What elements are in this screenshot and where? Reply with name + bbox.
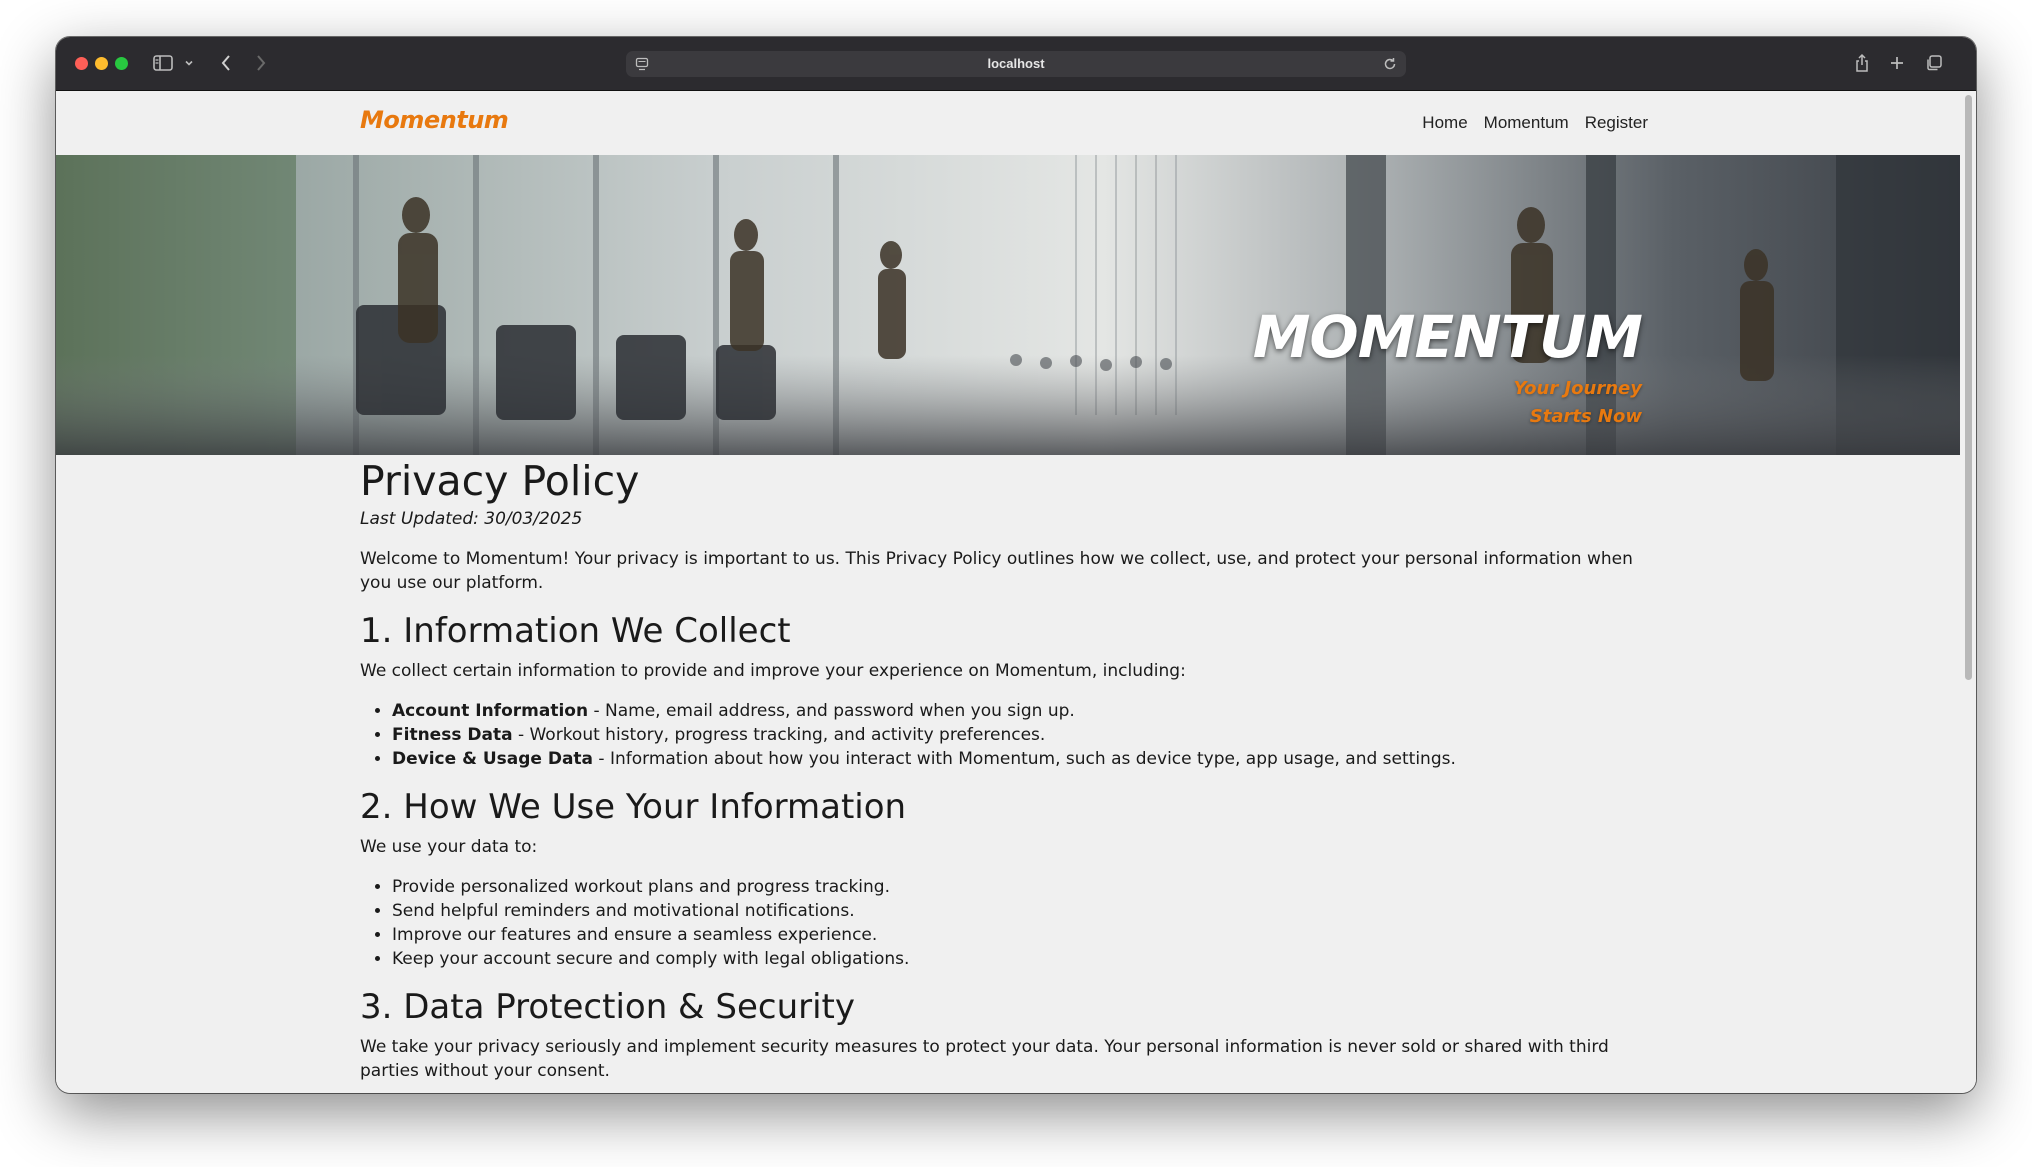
zoom-window-button[interactable] [115, 57, 128, 70]
url-text[interactable]: localhost [626, 51, 1406, 77]
list-item: Account Information - Name, email addres… [392, 699, 1660, 723]
section-heading-security: 3. Data Protection & Security [360, 987, 855, 1027]
back-icon[interactable] [216, 51, 236, 75]
brand-logo[interactable]: Momentum [360, 106, 509, 134]
list-item: Improve our features and ensure a seamle… [392, 923, 1660, 947]
list-item: Provide personalized workout plans and p… [392, 875, 1660, 899]
collect-list: Account Information - Name, email addres… [360, 699, 1660, 771]
gym-photo-image [56, 155, 1960, 455]
use-list: Provide personalized workout plans and p… [360, 875, 1660, 971]
list-item-label: Device & Usage Data [392, 749, 594, 769]
list-item-label: Fitness Data [392, 725, 513, 745]
hero-subtitle-line-1: Your Journey [1513, 378, 1642, 399]
intro-paragraph: Welcome to Momentum! Your privacy is imp… [360, 549, 1633, 593]
hero-subtitle-line-2: Starts Now [1529, 406, 1642, 427]
list-item-text: - Name, email address, and password when… [588, 701, 1075, 721]
address-bar[interactable]: localhost [626, 51, 1406, 77]
browser-titlebar: localhost [56, 37, 1976, 91]
scrollbar-thumb[interactable] [1965, 95, 1972, 680]
tabs-overview-icon[interactable] [1923, 51, 1945, 75]
close-window-button[interactable] [75, 57, 88, 70]
share-icon[interactable] [1852, 51, 1872, 75]
hero-subtitle: Your Journey Starts Now [1482, 375, 1642, 431]
hero-title: MOMENTUM [1252, 303, 1643, 371]
page-viewport: Momentum Home Momentum Register MOMENTUM… [56, 91, 1960, 1093]
section-text-security: We take your privacy seriously and imple… [360, 1037, 1609, 1081]
chevron-down-icon[interactable] [183, 51, 195, 75]
forward-icon[interactable] [251, 51, 271, 75]
reload-icon[interactable] [1382, 54, 1398, 74]
list-item: Keep your account secure and comply with… [392, 947, 1660, 971]
new-tab-icon[interactable] [1887, 51, 1907, 75]
sidebar-icon[interactable] [152, 51, 174, 75]
page-title: Privacy Policy [360, 457, 640, 505]
section-heading-collect: 1. Information We Collect [360, 611, 791, 651]
last-updated-text: Last Updated: 30/03/2025 [360, 509, 583, 529]
nav-links: Home Momentum Register [1422, 113, 1648, 133]
list-item-text: - Information about how you interact wit… [593, 749, 1456, 769]
list-item: Send helpful reminders and motivational … [392, 899, 1660, 923]
minimize-window-button[interactable] [95, 57, 108, 70]
list-item-text: - Workout history, progress tracking, an… [512, 725, 1046, 745]
list-item-label: Account Information [392, 701, 589, 721]
hero-banner: MOMENTUM Your Journey Starts Now [56, 155, 1960, 455]
list-item: Fitness Data - Workout history, progress… [392, 723, 1660, 747]
privacy-policy-content: Privacy Policy Last Updated: 30/03/2025 … [360, 455, 1660, 1083]
section-heading-use: 2. How We Use Your Information [360, 787, 907, 827]
nav-link-register[interactable]: Register [1585, 113, 1648, 133]
browser-window: localhost Momentum Home Momentum Registe… [56, 37, 1976, 1093]
nav-link-home[interactable]: Home [1422, 113, 1467, 133]
list-item: Device & Usage Data - Information about … [392, 747, 1660, 771]
nav-link-momentum[interactable]: Momentum [1484, 113, 1569, 133]
site-navbar: Momentum Home Momentum Register [56, 91, 1960, 155]
section-text-collect: We collect certain information to provid… [360, 661, 1186, 681]
section-text-use: We use your data to: [360, 837, 538, 857]
